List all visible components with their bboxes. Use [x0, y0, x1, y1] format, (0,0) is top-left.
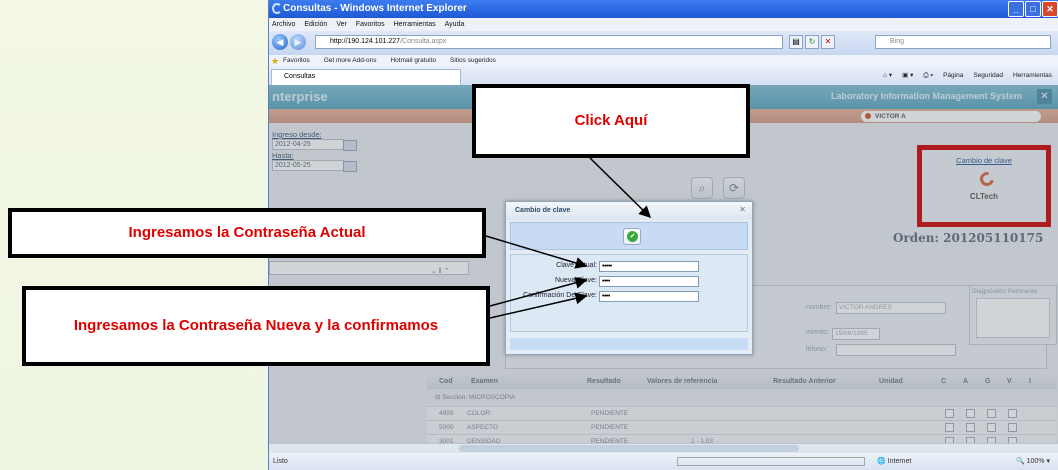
callout-contrasena-actual: Ingresamos la Contraseña Actual: [8, 208, 486, 258]
dialog-form: Clave Actual: ••••• Nueva Clave: •••• Co…: [510, 254, 748, 332]
zoom-label: 100%: [1026, 458, 1045, 465]
menu-bar: Archivo Edición Ver Favoritos Herramient…: [269, 18, 1058, 31]
check-icon: ✔: [627, 231, 638, 242]
callout-contrasena-nueva: Ingresamos la Contraseña Nueva y la conf…: [22, 286, 490, 366]
tab-label: Consultas: [284, 73, 316, 80]
menu-archivo[interactable]: Archivo: [272, 18, 295, 31]
menu-ver[interactable]: Ver: [336, 18, 347, 31]
dialog-close-button[interactable]: ✕: [739, 205, 746, 214]
status-text: Listo: [273, 458, 288, 465]
menu-favoritos[interactable]: Favoritos: [356, 18, 385, 31]
address-field[interactable]: http://190.124.101.227/Consulta.aspx: [315, 35, 783, 49]
search-input[interactable]: Bing: [875, 35, 1051, 49]
window-titlebar: Consultas - Windows Internet Explorer _ …: [269, 0, 1058, 18]
nueva-clave-row: Nueva Clave: ••••: [511, 276, 743, 288]
clave-actual-input[interactable]: •••••: [599, 261, 699, 272]
window-title: Consultas - Windows Internet Explorer: [283, 3, 467, 14]
confirmacion-row: Confirmación De Clave: ••••: [511, 291, 743, 303]
close-window-button[interactable]: ✕: [1042, 1, 1058, 17]
forward-button[interactable]: ▶: [290, 34, 306, 50]
dialog-title: Cambio de clave: [506, 202, 752, 220]
feeds-icon[interactable]: ▣ ▾: [902, 70, 913, 82]
cmd-herramientas[interactable]: Herramientas: [1013, 70, 1052, 82]
address-path: /Consulta.aspx: [400, 38, 447, 45]
status-progress: [677, 457, 865, 466]
dialog-footer: [510, 338, 748, 350]
print-icon[interactable]: ⎙ ▾: [923, 70, 933, 82]
menu-edicion[interactable]: Edición: [304, 18, 327, 31]
confirmacion-input[interactable]: ••••: [599, 291, 699, 302]
horizontal-scrollbar[interactable]: [269, 443, 1058, 453]
fav-link-sitios[interactable]: Sitios sugeridos: [450, 55, 496, 67]
confirm-button[interactable]: ✔: [623, 228, 641, 245]
tab-bar: Consultas ⌂ ▾ ▣ ▾ ⎙ ▾ Página Seguridad H…: [269, 67, 1058, 85]
back-button[interactable]: ◀: [272, 34, 288, 50]
command-bar: ⌂ ▾ ▣ ▾ ⎙ ▾ Página Seguridad Herramienta…: [883, 70, 1052, 82]
callout-click-aqui: Click Aquí: [472, 84, 750, 158]
dialog-toolbar: ✔: [510, 222, 748, 250]
status-bar: Listo 🌐 Internet 🔍 100% ▾: [269, 453, 1058, 470]
nueva-clave-input[interactable]: ••••: [599, 276, 699, 287]
callout-click-text: Click Aquí: [574, 111, 648, 129]
status-zone: 🌐 Internet: [877, 458, 912, 465]
nueva-clave-label: Nueva Clave:: [554, 277, 597, 284]
refresh-icon[interactable]: ↻: [805, 35, 819, 49]
menu-ayuda[interactable]: Ayuda: [445, 18, 465, 31]
zoom-control[interactable]: 🔍 100% ▾: [1016, 453, 1050, 470]
zone-label: Internet: [887, 458, 912, 465]
favorites-star-icon: ★: [271, 56, 280, 66]
cmd-seguridad[interactable]: Seguridad: [973, 70, 1003, 82]
callout-nueva-text: Ingresamos la Contraseña Nueva y la conf…: [73, 316, 439, 334]
ie-logo-icon: [272, 3, 282, 14]
clave-actual-label: Clave Actual:: [556, 262, 597, 269]
confirmacion-label: Confirmación De Clave:: [523, 292, 597, 299]
compatibility-icon[interactable]: ▤: [789, 35, 803, 49]
favorites-button[interactable]: Favoritos: [283, 55, 310, 67]
minimize-button[interactable]: _: [1008, 1, 1024, 17]
fav-link-addons[interactable]: Get more Add-ons: [324, 55, 377, 67]
tab-consultas[interactable]: Consultas: [271, 69, 461, 85]
cmd-pagina[interactable]: Página: [943, 70, 963, 82]
address-toolbar: ◀ ▶ http://190.124.101.227/Consulta.aspx…: [269, 31, 1058, 55]
address-host: http://190.124.101.227: [330, 38, 401, 45]
cambio-clave-dialog: Cambio de clave ✕ ✔ Clave Actual: ••••• …: [505, 201, 753, 355]
home-icon[interactable]: ⌂ ▾: [883, 70, 892, 82]
scrollbar-thumb[interactable]: [459, 445, 799, 452]
clave-actual-row: Clave Actual: •••••: [511, 261, 743, 273]
search-placeholder: Bing: [890, 38, 905, 45]
menu-herramientas[interactable]: Herramientas: [394, 18, 436, 31]
favorites-bar: ★ Favoritos Get more Add-ons Hotmail gra…: [269, 55, 1058, 67]
fav-link-hotmail[interactable]: Hotmail gratuito: [390, 55, 436, 67]
maximize-button[interactable]: □: [1025, 1, 1041, 17]
callout-actual-text: Ingresamos la Contraseña Actual: [128, 223, 366, 241]
stop-icon[interactable]: ✕: [821, 35, 835, 49]
